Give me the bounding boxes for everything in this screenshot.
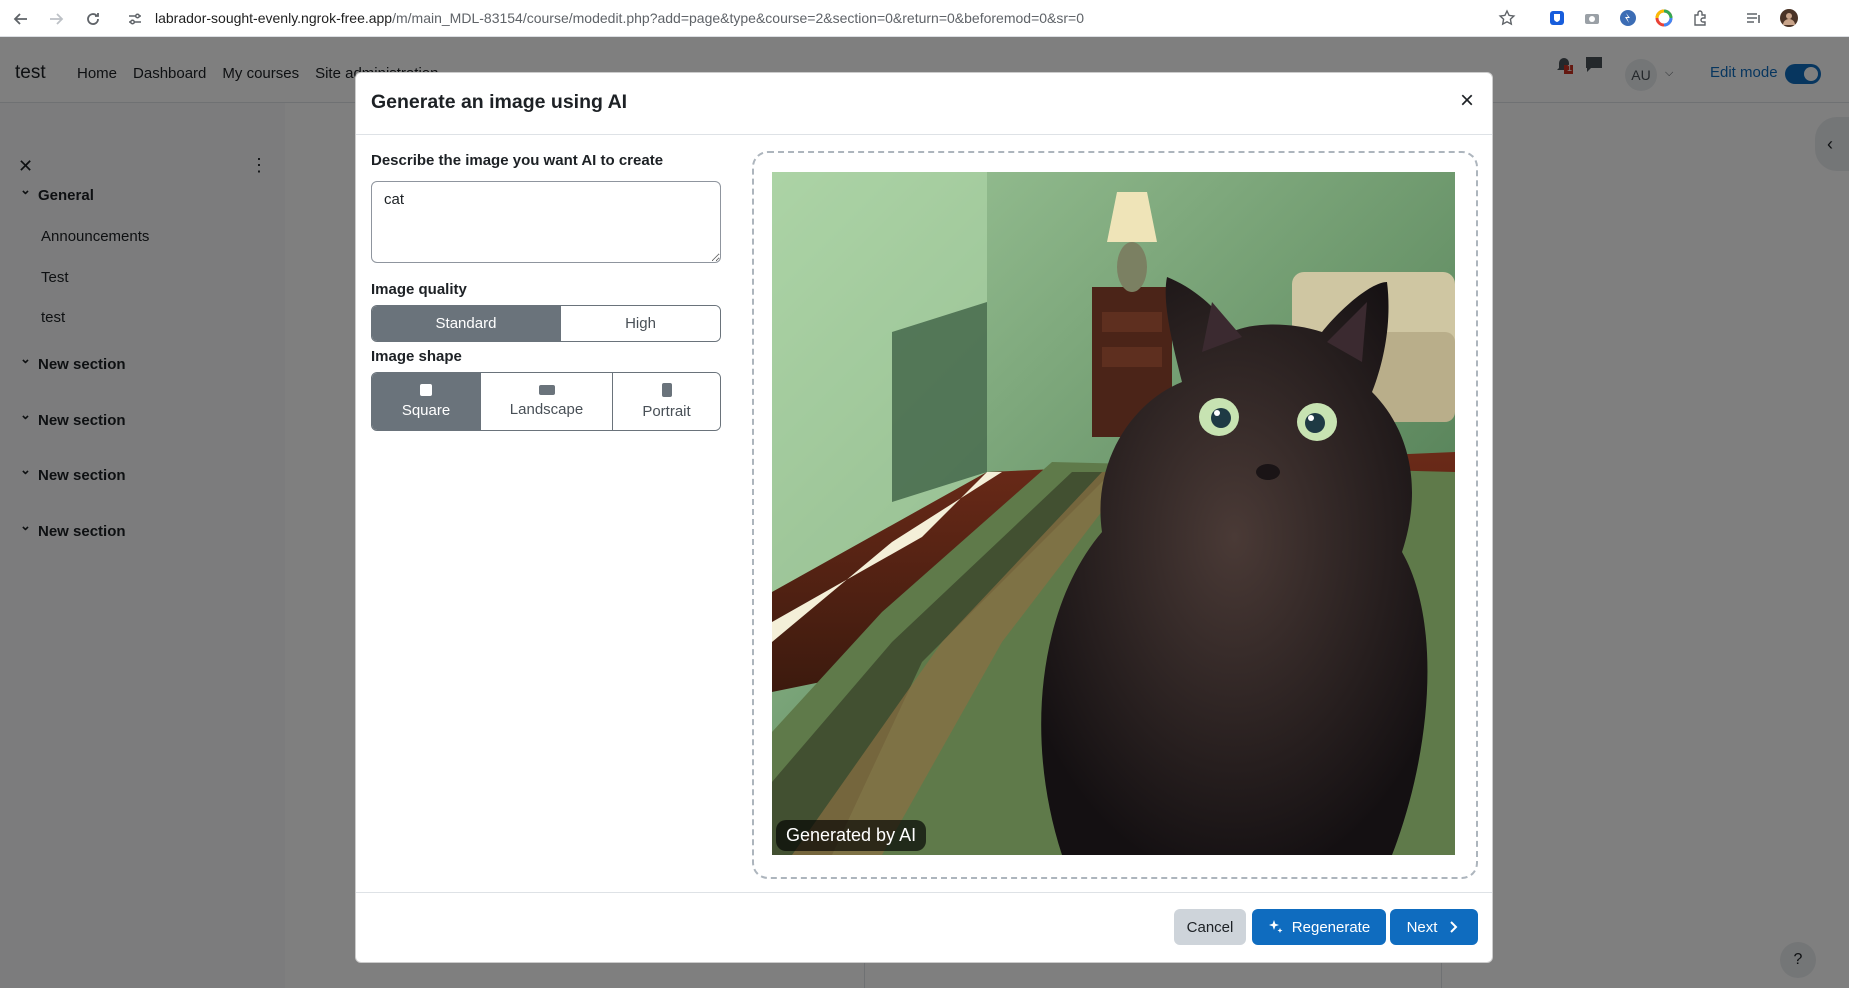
modal-footer: Cancel Regenerate Next bbox=[356, 892, 1492, 962]
browser-toolbar: labrador-sought-evenly.ngrok-free.app/m/… bbox=[0, 0, 1849, 37]
shape-portrait-button[interactable]: Portrait bbox=[613, 373, 720, 430]
ai-image-modal: Generate an image using AI × Describe th… bbox=[355, 72, 1493, 963]
password-manager-icon[interactable] bbox=[1548, 9, 1566, 27]
regenerate-button[interactable]: Regenerate bbox=[1252, 909, 1386, 945]
square-shape-icon bbox=[420, 384, 432, 396]
quality-standard-button[interactable]: Standard bbox=[372, 306, 561, 341]
shape-square-label: Square bbox=[401, 402, 451, 419]
next-label: Next bbox=[1406, 918, 1438, 936]
close-icon[interactable]: × bbox=[1460, 89, 1474, 113]
generated-cat-image[interactable] bbox=[772, 172, 1455, 855]
camera-icon[interactable] bbox=[1583, 9, 1601, 27]
shape-portrait-label: Portrait bbox=[642, 403, 691, 420]
sparkles-icon bbox=[1268, 920, 1283, 933]
next-button[interactable]: Next bbox=[1390, 909, 1478, 945]
shape-landscape-button[interactable]: Landscape bbox=[481, 373, 613, 430]
cancel-button[interactable]: Cancel bbox=[1174, 909, 1246, 945]
quality-button-group: Standard High bbox=[371, 305, 721, 342]
prompt-textarea[interactable] bbox=[371, 181, 721, 263]
quality-label: Image quality bbox=[371, 281, 467, 298]
prompt-label: Describe the image you want AI to create bbox=[371, 152, 664, 169]
shape-button-group: Square Landscape Portrait bbox=[371, 372, 721, 431]
forward-icon[interactable] bbox=[45, 8, 67, 30]
reading-list-icon[interactable] bbox=[1745, 9, 1763, 27]
quality-high-button[interactable]: High bbox=[561, 306, 720, 341]
shape-square-button[interactable]: Square bbox=[372, 373, 481, 430]
profile-avatar-icon[interactable] bbox=[1780, 9, 1798, 27]
modal-title: Generate an image using AI bbox=[371, 91, 628, 113]
bookmark-star-icon[interactable] bbox=[1498, 9, 1516, 27]
reload-icon[interactable] bbox=[82, 8, 104, 30]
portrait-shape-icon bbox=[661, 383, 672, 397]
chevron-right-icon bbox=[1450, 921, 1458, 933]
color-picker-icon[interactable] bbox=[1655, 9, 1673, 27]
shape-landscape-label: Landscape bbox=[509, 401, 584, 418]
modal-header: Generate an image using AI × bbox=[356, 73, 1492, 135]
url-host: labrador-sought-evenly.ngrok-free.app bbox=[155, 10, 393, 26]
back-icon[interactable] bbox=[10, 8, 32, 30]
extension-icon[interactable] bbox=[1619, 9, 1637, 27]
address-bar[interactable]: labrador-sought-evenly.ngrok-free.app/m/… bbox=[155, 10, 1084, 26]
site-info-icon[interactable] bbox=[124, 8, 146, 30]
shape-label: Image shape bbox=[371, 348, 462, 365]
regenerate-label: Regenerate bbox=[1291, 918, 1371, 936]
url-path: /m/main_MDL-83154/course/modedit.php?add… bbox=[392, 10, 1084, 26]
puzzle-icon[interactable] bbox=[1691, 9, 1709, 27]
landscape-shape-icon bbox=[538, 385, 555, 395]
generated-by-ai-badge: Generated by AI bbox=[776, 820, 927, 851]
